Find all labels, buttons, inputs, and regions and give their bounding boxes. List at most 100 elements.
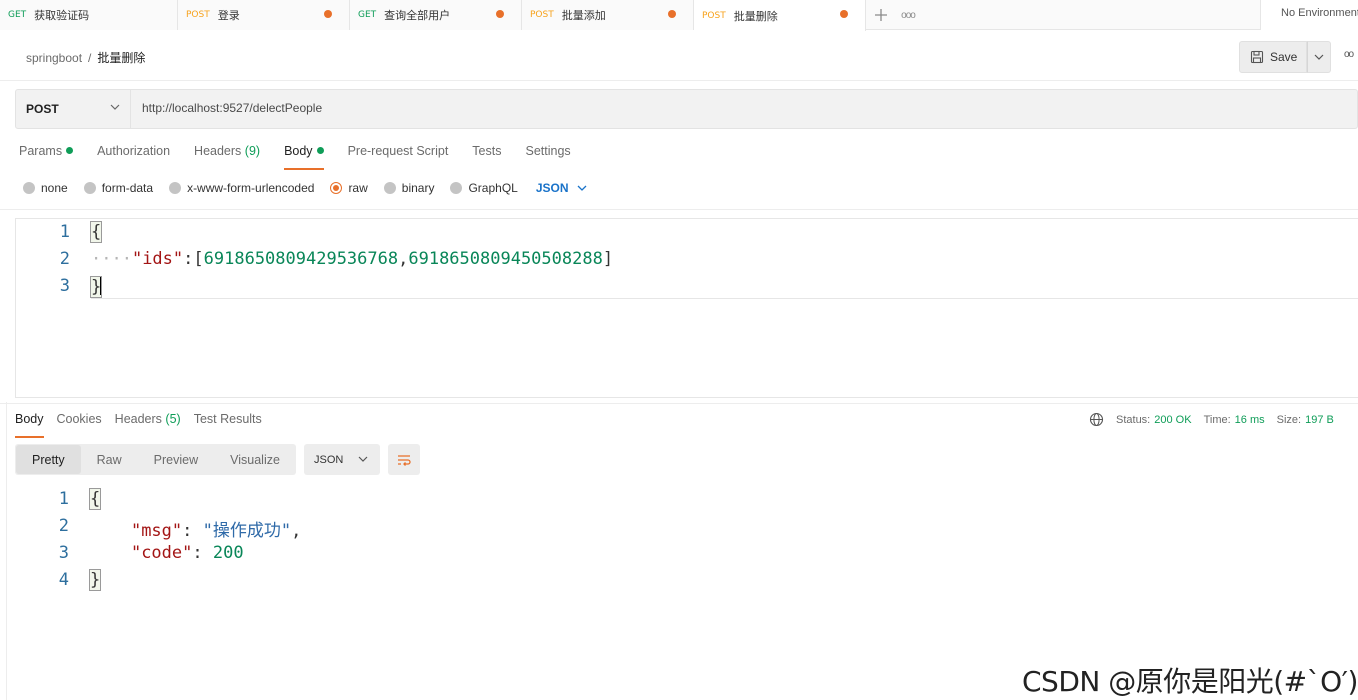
body-language-select[interactable]: JSON bbox=[536, 181, 587, 195]
tab-query-all-users[interactable]: GET 查询全部用户 bbox=[350, 0, 522, 30]
tab-method: GET bbox=[8, 10, 27, 20]
tab-pre-request-script[interactable]: Pre-request Script bbox=[348, 144, 449, 170]
tab-label: 查询全部用户 bbox=[384, 10, 451, 22]
view-pretty-button[interactable]: Pretty bbox=[16, 445, 81, 474]
unsaved-dot-icon bbox=[668, 10, 676, 18]
radio-label: binary bbox=[401, 181, 435, 195]
tab-body[interactable]: Body bbox=[284, 144, 324, 170]
tab-params[interactable]: Params bbox=[19, 144, 74, 170]
new-tab-plus-icon[interactable] bbox=[866, 0, 896, 30]
code-line: { bbox=[88, 488, 102, 510]
tab-method: GET bbox=[358, 10, 377, 20]
request-body-editor[interactable]: 1 2 3 { ····"ids":[6918650809429536768,6… bbox=[15, 218, 1358, 398]
tab-label: Params bbox=[19, 144, 63, 158]
radio-selected-icon bbox=[330, 182, 343, 194]
radio-circle-icon bbox=[169, 182, 182, 194]
tab-cookies[interactable]: Cookies bbox=[57, 412, 102, 438]
tab-response-headers[interactable]: Headers (5) bbox=[115, 412, 181, 438]
json-number: 6918650809429536768 bbox=[203, 249, 399, 269]
tab-response-body[interactable]: Body bbox=[15, 412, 44, 438]
tab-label: 批量添加 bbox=[561, 10, 606, 22]
tab-count: (5) bbox=[165, 412, 181, 426]
status-dot-icon bbox=[66, 147, 74, 154]
tab-label: 登录 bbox=[217, 10, 240, 22]
colon: : bbox=[183, 249, 194, 269]
indent-whitespace: ···· bbox=[91, 249, 132, 269]
json-key: "msg" bbox=[130, 521, 183, 541]
divider bbox=[0, 209, 1358, 210]
method-select[interactable]: POST bbox=[16, 90, 131, 128]
radio-none[interactable]: none bbox=[23, 181, 68, 195]
tab-login[interactable]: POST 登录 bbox=[178, 0, 350, 30]
save-label: Save bbox=[1270, 50, 1298, 64]
response-status: Status: 200 OK Time: 16 ms Size: 197 B bbox=[1089, 412, 1346, 427]
tab-tests[interactable]: Tests bbox=[472, 144, 501, 170]
response-view-toggle: Pretty Raw Preview Visualize bbox=[15, 444, 296, 475]
watermark: CSDN @原你是阳光(#`O′) bbox=[1022, 665, 1358, 698]
radio-form-data[interactable]: form-data bbox=[83, 181, 154, 195]
request-tab-bar: GET 获取验证码 POST 登录 GET 查询全部用户 POST 批量添加 P… bbox=[0, 0, 1358, 31]
code-line: "msg": "操作成功", bbox=[130, 521, 302, 541]
language-value: JSON bbox=[535, 181, 569, 195]
request-header: springboot / 批量删除 Save oo bbox=[0, 31, 1358, 81]
status-label: Status: bbox=[1116, 413, 1151, 426]
view-raw-button[interactable]: Raw bbox=[81, 445, 138, 474]
tab-headers[interactable]: Headers (9) bbox=[194, 144, 260, 170]
line-number: 1 bbox=[59, 222, 70, 242]
tab-label: Body bbox=[15, 412, 44, 426]
radio-x-www-form-urlencoded[interactable]: x-www-form-urlencoded bbox=[169, 181, 314, 195]
tab-get-captcha[interactable]: GET 获取验证码 bbox=[0, 0, 178, 30]
tabs-more-icon[interactable]: ooo bbox=[896, 0, 920, 30]
radio-circle-icon bbox=[450, 182, 463, 194]
unsaved-dot-icon bbox=[324, 10, 332, 18]
json-key: "ids" bbox=[131, 249, 184, 269]
save-button[interactable]: Save bbox=[1239, 41, 1307, 73]
radio-circle-icon bbox=[383, 182, 396, 194]
view-visualize-button[interactable]: Visualize bbox=[214, 445, 296, 474]
tab-label: Pre-request Script bbox=[347, 144, 449, 158]
line-number: 3 bbox=[58, 543, 69, 563]
radio-graphql[interactable]: GraphQL bbox=[450, 181, 518, 195]
breadcrumb-request[interactable]: 批量删除 bbox=[97, 51, 145, 65]
comma: , bbox=[398, 249, 409, 269]
tab-method: POST bbox=[186, 10, 210, 20]
code-line: "code": 200 bbox=[130, 543, 244, 563]
response-body-viewer[interactable]: 1 2 3 4 { "msg": "操作成功", "code": 200 } bbox=[15, 486, 1115, 596]
wrap-lines-icon[interactable] bbox=[388, 444, 420, 475]
tab-label: Cookies bbox=[56, 412, 102, 426]
url-bar: POST bbox=[15, 89, 1358, 129]
radio-circle-icon bbox=[23, 182, 35, 194]
line-number: 2 bbox=[58, 516, 69, 536]
url-input[interactable] bbox=[142, 101, 1042, 115]
tab-label: Headers bbox=[114, 412, 162, 426]
globe-icon[interactable] bbox=[1089, 412, 1104, 427]
size-value: 197 B bbox=[1305, 413, 1334, 426]
tab-settings[interactable]: Settings bbox=[525, 144, 570, 170]
save-options-chevron-down-icon[interactable] bbox=[1307, 41, 1331, 73]
save-icon bbox=[1250, 50, 1264, 64]
status-value: 200 OK bbox=[1154, 413, 1192, 426]
tab-authorization[interactable]: Authorization bbox=[97, 144, 170, 170]
time-label: Time: bbox=[1203, 413, 1231, 426]
tab-batch-add[interactable]: POST 批量添加 bbox=[522, 0, 694, 30]
breadcrumb-collection[interactable]: springboot bbox=[26, 51, 82, 65]
view-preview-button[interactable]: Preview bbox=[138, 445, 214, 474]
radio-raw[interactable]: raw bbox=[330, 181, 368, 195]
breadcrumb-separator: / bbox=[88, 51, 92, 65]
tab-label: Settings bbox=[525, 144, 571, 158]
more-actions-icon[interactable]: oo bbox=[1344, 49, 1354, 60]
body-type-selector: none form-data x-www-form-urlencoded raw… bbox=[23, 181, 587, 195]
tab-batch-delete[interactable]: POST 批量删除 bbox=[694, 0, 866, 31]
radio-binary[interactable]: binary bbox=[383, 181, 435, 195]
size-label: Size: bbox=[1276, 413, 1302, 426]
status-dot-icon bbox=[316, 147, 324, 154]
chevron-down-icon bbox=[110, 104, 120, 110]
tab-label: Test Results bbox=[193, 412, 262, 426]
radio-circle-icon bbox=[83, 182, 96, 194]
open-brace: { bbox=[89, 221, 103, 243]
tab-test-results[interactable]: Test Results bbox=[194, 412, 262, 438]
radio-label: form-data bbox=[101, 181, 154, 195]
response-format-select[interactable]: JSON bbox=[304, 444, 380, 475]
environment-selector[interactable]: No Environment bbox=[1260, 0, 1358, 30]
line-number: 1 bbox=[58, 489, 69, 509]
